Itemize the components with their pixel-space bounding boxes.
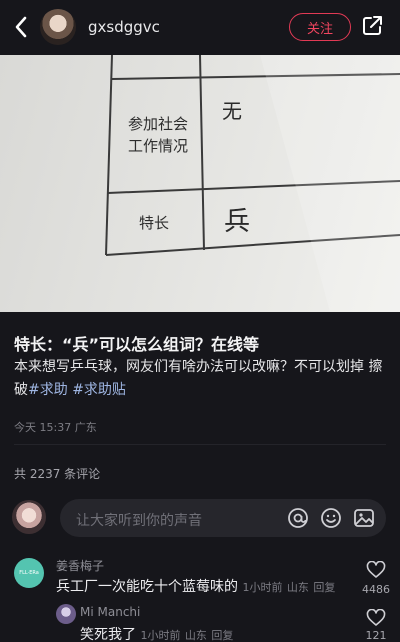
hashtag[interactable]: #求助: [28, 382, 68, 398]
top-bar: gxsdggvc 关注: [0, 0, 400, 55]
my-avatar: [12, 500, 46, 534]
like-count: 4486: [362, 583, 390, 596]
avatar-logo-text: FLL·ERa: [19, 570, 39, 576]
comment-time: 1小时前: [242, 581, 283, 594]
reply-button[interactable]: 回复: [211, 629, 233, 642]
form-value-none: 无: [222, 99, 242, 123]
back-arrow-icon[interactable]: [10, 14, 32, 40]
comment-author[interactable]: Mi Manchi: [80, 605, 140, 619]
comment-location: 山东: [184, 629, 207, 642]
post-location: 广东: [74, 421, 97, 434]
like-icon[interactable]: [366, 560, 386, 579]
hashtag[interactable]: #求助贴: [72, 382, 126, 398]
author-username[interactable]: gxsdggvc: [88, 18, 160, 36]
post-meta: 今天 15:37 广东: [14, 419, 97, 435]
comment-input-placeholder[interactable]: 让大家听到你的声音: [76, 510, 202, 530]
comment-body: 兵工厂一次能吃十个蓝莓味的: [56, 579, 238, 595]
emoji-icon[interactable]: [320, 507, 342, 529]
follow-button[interactable]: 关注: [289, 13, 351, 41]
author-avatar[interactable]: [40, 9, 76, 45]
like-count: 121: [365, 629, 387, 642]
comment-time: 1小时前: [140, 629, 181, 642]
post-title: 特长：“兵”可以怎么组词？在线等: [14, 335, 260, 354]
post-photo[interactable]: 参加社会 工作情况 无 特长 兵: [0, 55, 400, 312]
form-table-lines: [105, 55, 400, 312]
divider: [14, 444, 386, 445]
comment-author[interactable]: 姜香梅子: [56, 557, 104, 574]
form-label-specialty: 特长: [138, 214, 169, 232]
form-label-social-work: 参加社会 工作情况: [127, 115, 188, 155]
comment-text: 兵工厂一次能吃十个蓝莓味的 1小时前 山东 回复: [56, 576, 335, 596]
image-icon[interactable]: [353, 507, 375, 529]
commenter-avatar[interactable]: FLL·ERa: [14, 558, 44, 588]
like-icon[interactable]: [366, 608, 386, 627]
comment-location: 山东: [286, 581, 309, 594]
post-body-text: 本来想写乒乓球，网友们有啥办法可以改嘛？不可以划掉 擦破: [14, 359, 383, 398]
comment-count: 共 2237 条评论: [14, 467, 101, 481]
share-icon[interactable]: [361, 15, 383, 37]
post-body: 本来想写乒乓球，网友们有啥办法可以改嘛？不可以划掉 擦破#求助 #求助贴: [14, 356, 386, 402]
post-timestamp: 今天 15:37: [14, 421, 72, 434]
commenter-avatar[interactable]: [56, 604, 76, 624]
comment-body: 笑死我了: [80, 627, 136, 642]
at-icon[interactable]: [287, 507, 309, 529]
form-value-bing: 兵: [224, 207, 251, 237]
comment-text: 笑死我了 1小时前 山东 回复: [80, 624, 233, 642]
reply-button[interactable]: 回复: [313, 581, 335, 594]
